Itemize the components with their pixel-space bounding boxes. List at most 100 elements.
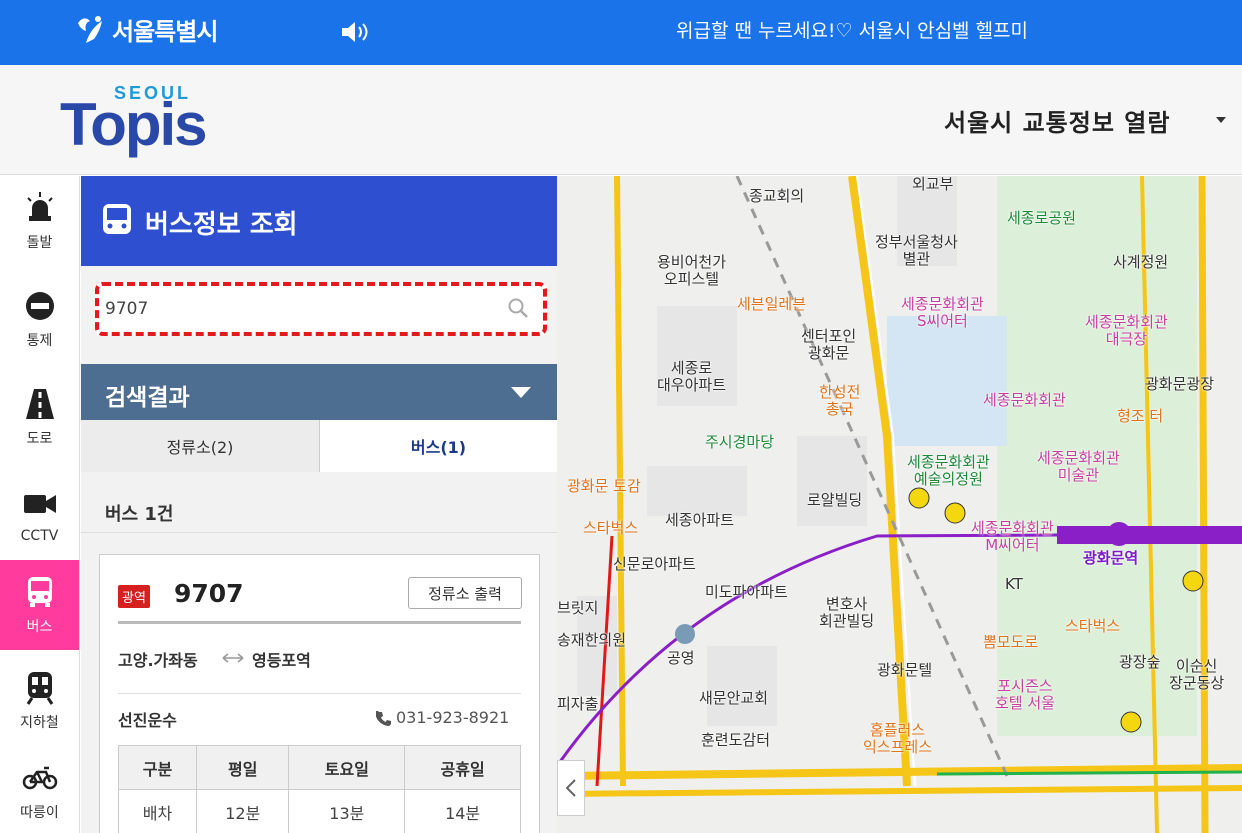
table-cell: 12분 [196,789,290,833]
table-header: 평일 [196,745,290,790]
nav-label: 돌발 [26,235,53,251]
map-label: 용비어천가 오피스텔 [657,253,727,289]
speaker-icon[interactable] [340,20,370,44]
bus-info-panel: 버스정보 조회 검색결과 정류소(2) 버스(1) 버스 1건 광역 9707 … [81,176,557,833]
map-label: 훈련도감터 [701,731,771,749]
map-label: 사계정원 [1113,253,1169,271]
nav-label: 통제 [26,333,53,349]
nav-item-road[interactable]: 도로 [0,372,79,462]
map-label: 새문안교회 [699,689,769,707]
map-label: 세종문화회관 [983,391,1066,409]
table-header: 토요일 [288,745,406,790]
nav-item-subway[interactable]: 지하철 [0,656,79,746]
helpme-notice[interactable]: 위급할 땐 누르세요!♡ 서울시 안심벨 헬프미 [676,16,1028,43]
map-label: 센터포인 광화문 [801,327,857,363]
divider [118,621,521,624]
phone-icon [376,711,391,726]
topis-logo[interactable]: SEOUL Topis [60,79,250,161]
nav-item-cctv[interactable]: CCTV [0,470,79,560]
map-label: 광화문역 [1083,549,1139,567]
nav-item-bike[interactable]: 따릉이 [0,746,79,833]
map-label: 세종아파트 [665,511,735,529]
seoul-city-name: 서울특별시 [112,18,218,46]
top-bar: 서울특별시 위급할 땐 누르세요!♡ 서울시 안심벨 헬프미 [0,0,1242,65]
map-label: 피자출 [557,695,599,713]
nav-label: 도로 [26,431,53,447]
company-phone[interactable]: 031-923-8921 [396,708,509,727]
map-label: 세종로공원 [1007,209,1077,227]
bicycle-icon [22,766,57,790]
map-label: 송재한의원 [557,631,627,649]
siren-icon [26,192,53,221]
map-label: 세종문화회관 S씨어터 [901,295,984,331]
map-label: 스타벅스 [1065,617,1121,635]
search-icon[interactable] [507,297,529,319]
site-header: SEOUL Topis 서울시 교통정보 열람 [0,65,1242,175]
bus-icon [103,204,131,234]
table-row: 배차 12분 13분 14분 [117,789,521,833]
table-header: 구분 [117,745,198,790]
table-header-row: 구분 평일 토요일 공휴일 [117,745,521,790]
chevron-left-icon [565,779,576,797]
map-label: 포시즌스 호텔 서울 [995,677,1055,713]
search-input[interactable] [105,292,495,326]
print-stops-button[interactable]: 정류소 출력 [408,577,522,609]
chevron-down-icon[interactable] [511,387,531,398]
tab-bus[interactable]: 버스(1) [319,420,557,472]
map-label: 변호사 회관빌딩 [819,595,875,631]
no-entry-icon [25,292,54,320]
page-title[interactable]: 서울시 교통정보 열람 [944,103,1170,138]
map-label: 광화문텔 [877,661,933,679]
map-label: 공영 [667,649,695,667]
nav-item-bus[interactable]: 버스 [0,560,79,650]
map-label: 광화문 토감 [567,477,641,495]
divider [118,693,521,694]
map-view[interactable]: 종교회의 외교부 세종로공원 정부서울청사 별관 사계정원 용비어천가 오피스텔… [557,176,1242,833]
map-label: 로얄빌딩 [807,491,863,509]
map-label: KT [1005,575,1023,593]
route-origin: 고양.가좌동 [118,651,198,670]
map-label: 브릿지 [557,599,599,617]
map-label: 홈플러스 익스프레스 [863,721,933,757]
table-cell: 배차 [117,789,198,833]
bidirectional-arrow-icon [222,653,244,663]
route-number[interactable]: 9707 [174,579,244,608]
panel-header: 버스정보 조회 [81,176,557,266]
map-label: 형조 터 [1117,407,1164,425]
nav-label: 버스 [26,619,53,635]
results-title: 검색결과 [105,385,190,411]
map-label: 세종로 대우아파트 [657,359,727,395]
seoul-city-logo[interactable]: 서울특별시 [72,12,218,47]
bus-icon [27,577,52,607]
map-label: 세종문화회관 미술관 [1037,449,1120,485]
nav-label: CCTV [20,528,59,544]
results-header[interactable]: 검색결과 [81,364,557,420]
camera-icon [23,495,56,513]
divider [81,532,557,533]
map-label: 신문로아파트 [613,555,696,573]
map-label: 외교부 [912,176,954,193]
result-count: 버스 1건 [105,504,174,525]
schedule-table: 구분 평일 토요일 공휴일 배차 12분 13분 14분 [117,745,521,833]
map-label: 한성전 총국 [819,383,861,419]
results-tabs: 정류소(2) 버스(1) [81,420,557,472]
table-header: 공휴일 [404,745,521,790]
nav-item-incident[interactable]: 돌발 [0,176,79,266]
nav-label: 지하철 [20,715,59,731]
bus-route-card[interactable]: 광역 9707 정류소 출력 고양.가좌동 영등포역 선진운수 031-923-… [99,554,540,833]
tab-stops[interactable]: 정류소(2) [81,420,319,472]
chevron-down-icon[interactable] [1216,117,1226,123]
map-label: 세종문화회관 M씨어터 [971,519,1054,555]
panel-title: 버스정보 조회 [145,210,298,240]
nav-item-control[interactable]: 통제 [0,274,79,364]
map-label: 스타벅스 [583,519,639,537]
map-label: 광화문광장 [1145,375,1215,393]
collapse-panel-button[interactable] [557,760,585,816]
table-cell: 14분 [404,789,521,833]
route-type-badge: 광역 [118,585,150,608]
bus-company: 선진운수 [118,711,177,730]
map-label: 세종문화회관 예술의정원 [907,453,990,489]
map-label: 뽐모도로 [983,633,1039,651]
seoul-logo-icon [78,15,102,43]
map-label: 정부서울청사 별관 [875,233,958,269]
